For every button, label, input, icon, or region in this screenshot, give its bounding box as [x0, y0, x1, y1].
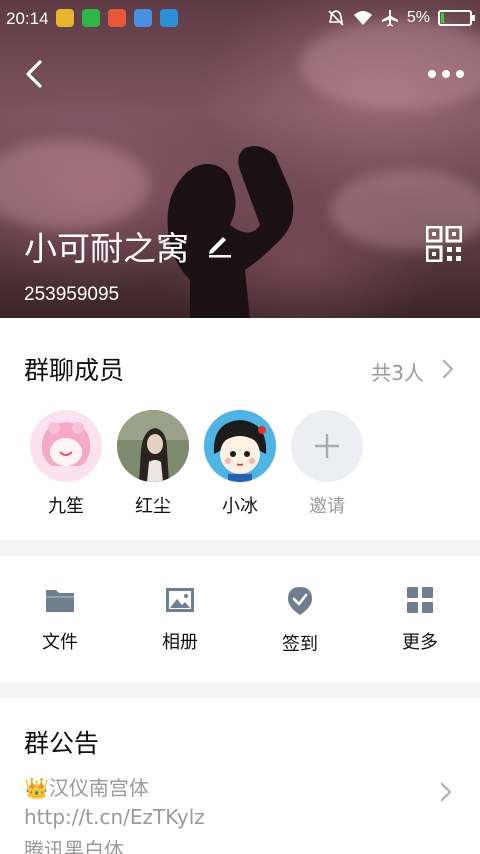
app-notification-icon — [108, 9, 126, 27]
chevron-right-icon[interactable] — [438, 781, 454, 803]
status-bar: 20:14 5% — [0, 0, 480, 38]
checkin-label: 签到 — [282, 634, 318, 655]
cloud — [0, 140, 150, 230]
files-button[interactable]: 文件 — [20, 586, 100, 654]
album-button[interactable]: 相册 — [140, 586, 220, 654]
checkin-icon — [288, 587, 312, 615]
image-icon — [166, 588, 194, 612]
back-button[interactable] — [18, 56, 52, 92]
album-label: 相册 — [162, 632, 198, 653]
cartoon-girl-avatar-icon — [204, 410, 276, 482]
invite-avatar — [291, 410, 363, 482]
mute-bell-icon — [328, 10, 344, 26]
member-name: 九笙 — [48, 496, 84, 517]
app-notification-icon — [56, 9, 74, 27]
avatar — [30, 410, 102, 482]
files-label: 文件 — [42, 632, 78, 653]
grid-icon — [407, 587, 433, 613]
plus-icon — [315, 434, 339, 458]
app-notification-icon — [160, 9, 178, 27]
more-options-button[interactable] — [426, 60, 466, 88]
system-icons: 5% — [327, 9, 475, 27]
edit-name-icon[interactable] — [205, 230, 233, 258]
notice-line: 腾讯黑白体... — [24, 838, 144, 854]
member-item[interactable]: 小冰 — [203, 410, 277, 518]
group-notice-section[interactable]: 群公告 👑汉仪南宫体 http://t.cn/EzTKylz 腾讯黑白体... — [0, 698, 480, 854]
checkin-button[interactable]: 签到 — [260, 586, 340, 656]
airplane-icon — [381, 10, 398, 27]
battery-percent: 5% — [406, 9, 430, 26]
avatar — [117, 410, 189, 482]
qr-code-icon[interactable] — [426, 226, 462, 262]
chevron-right-icon[interactable] — [440, 358, 456, 380]
member-name: 小冰 — [222, 496, 258, 517]
battery-icon — [438, 10, 475, 26]
wifi-icon — [353, 11, 372, 25]
members-section: 群聊成员 共3人 九笙 红尘 小冰 邀请 — [0, 318, 480, 540]
member-item[interactable]: 九笙 — [29, 410, 103, 518]
member-count[interactable]: 共3人 — [371, 357, 424, 386]
photo-avatar-icon — [117, 410, 189, 482]
notice-line: 👑汉仪南宫体 — [24, 776, 149, 800]
anime-girl-avatar-icon — [30, 410, 102, 482]
group-id: 253959095 — [24, 284, 120, 305]
member-name: 红尘 — [135, 496, 171, 517]
notice-line: http://t.cn/EzTKylz — [24, 805, 205, 829]
status-time: 20:14 — [6, 9, 49, 28]
members-title: 群聊成员 — [24, 356, 125, 385]
avatar — [204, 410, 276, 482]
more-features-label: 更多 — [402, 632, 438, 653]
member-item[interactable]: 红尘 — [116, 410, 190, 518]
app-notification-icon — [134, 9, 152, 27]
notice-title: 群公告 — [24, 729, 100, 758]
invite-member-button[interactable]: 邀请 — [290, 410, 364, 518]
invite-label: 邀请 — [309, 496, 345, 517]
group-header: 20:14 5% 小可耐之窝 253959095 — [0, 0, 480, 318]
folder-icon — [46, 590, 74, 612]
actions-section: 文件 相册 签到 更多 — [0, 556, 480, 682]
group-name: 小可耐之窝 — [24, 229, 189, 268]
browser-notification-icon — [82, 9, 100, 27]
more-features-button[interactable]: 更多 — [380, 586, 460, 654]
notification-icons — [56, 9, 178, 27]
